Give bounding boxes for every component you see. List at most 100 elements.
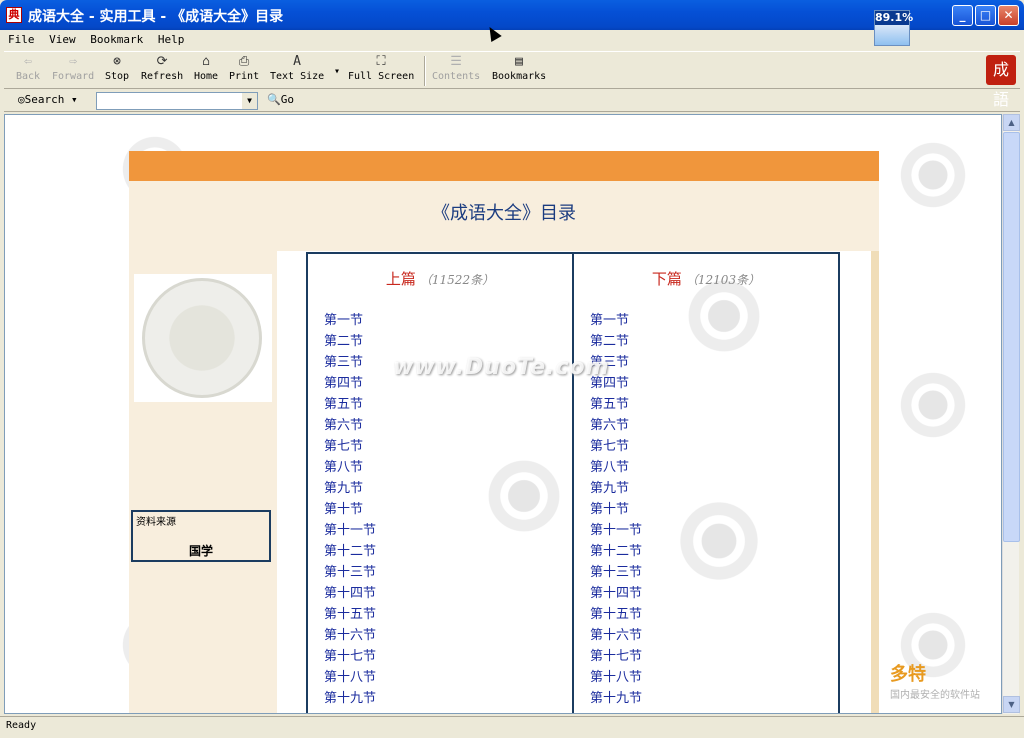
contents-button[interactable]: ☰ Contents <box>432 54 480 82</box>
home-icon: ⌂ <box>202 54 210 69</box>
section-link[interactable]: 第十五节 <box>324 604 376 625</box>
text-size-button[interactable]: A Text Size <box>270 54 324 82</box>
back-arrow-icon: ⇦ <box>24 54 32 69</box>
section-link[interactable]: 第十三节 <box>324 562 376 583</box>
section-list: 第一节 第二节 第三节 第四节 第五节 第六节 第七节 第八节 第九节 第十节 第十一节 第十二节 第十… <box>324 310 376 709</box>
vertical-scrollbar[interactable]: ▲ ▼ <box>1002 114 1020 714</box>
section-link[interactable]: 第九节 <box>324 478 376 499</box>
text-size-icon: A <box>293 54 301 69</box>
source-box: 资料来源 国学 <box>131 510 271 562</box>
section-link[interactable]: 第十三节 <box>590 562 642 583</box>
left-sidebar: 资料来源 国学 <box>129 251 277 713</box>
section-link[interactable]: 第十六节 <box>324 625 376 646</box>
stop-icon: ⊗ <box>113 54 121 69</box>
column-heading-label: 下篇 <box>651 270 682 288</box>
close-button[interactable]: ✕ <box>998 5 1019 26</box>
magnifier-icon: 🔍 <box>267 93 281 106</box>
app-icon: 典 <box>6 7 22 23</box>
bookmarks-button[interactable]: ▤ Bookmarks <box>492 54 546 82</box>
refresh-button[interactable]: ⟳ Refresh <box>141 54 183 82</box>
source-value: 国学 <box>188 544 213 558</box>
section-link[interactable]: 第十一节 <box>324 520 376 541</box>
column-count: （12103条） <box>685 273 761 287</box>
section-link[interactable]: 第十一节 <box>590 520 642 541</box>
column-heading: 上篇 （11522条） <box>308 268 572 289</box>
section-link[interactable]: 第十七节 <box>324 646 376 667</box>
section-link[interactable]: 第六节 <box>324 415 376 436</box>
search-dropdown-button[interactable]: ▼ <box>242 93 257 109</box>
search-input[interactable]: ▼ <box>96 92 258 110</box>
forward-button[interactable]: ⇨ Forward <box>52 54 94 82</box>
refresh-icon: ⟳ <box>156 54 168 69</box>
corner-watermark: 多特 国内最安全的软件站 <box>890 660 1010 716</box>
section-link[interactable]: 第十九节 <box>324 688 376 709</box>
stop-button[interactable]: ⊗ Stop <box>105 54 129 82</box>
section-link[interactable]: 第十二节 <box>590 541 642 562</box>
section-link[interactable]: 第八节 <box>590 457 642 478</box>
section-link[interactable]: 第十五节 <box>590 604 642 625</box>
section-link[interactable]: 第十八节 <box>324 667 376 688</box>
section-link[interactable]: 第十四节 <box>590 583 642 604</box>
section-link[interactable]: 第十七节 <box>590 646 642 667</box>
section-link[interactable]: 第一节 <box>590 310 642 331</box>
contents-label: Contents <box>432 71 481 82</box>
menu-view[interactable]: View <box>45 30 80 49</box>
section-link[interactable]: 第十六节 <box>590 625 642 646</box>
column-heading: 下篇 （12103条） <box>574 268 838 289</box>
content-view[interactable]: 《成语大全》目录 资料来源 国学 上篇 （11522条） 第一节 第二节 第三节 第四节… <box>4 114 1002 714</box>
section-link[interactable]: 第二节 <box>590 331 642 352</box>
section-link[interactable]: 第六节 <box>590 415 642 436</box>
minimize-button[interactable]: _ <box>952 5 973 26</box>
home-label: Home <box>194 71 219 82</box>
section-link[interactable]: 第十九节 <box>590 688 642 709</box>
section-link[interactable]: 第五节 <box>590 394 642 415</box>
go-button[interactable]: 🔍Go <box>267 93 294 106</box>
corner-logo-text: 多特 <box>890 664 926 685</box>
section-link[interactable]: 第一节 <box>324 310 376 331</box>
contents-icon: ☰ <box>450 54 462 69</box>
section-link[interactable]: 第七节 <box>590 436 642 457</box>
section-link[interactable]: 第十节 <box>590 499 642 520</box>
text-size-dropdown[interactable]: ▾ <box>334 66 340 77</box>
menu-file[interactable]: File <box>4 30 39 49</box>
title-bar: 典 成语大全 - 实用工具 - 《成语大全》目录 _ □ ✕ <box>0 0 1024 30</box>
back-button[interactable]: ⇦ Back <box>16 54 40 82</box>
scroll-up-button[interactable]: ▲ <box>1003 114 1020 131</box>
zoom-indicator: 89.1% <box>874 10 914 46</box>
section-link[interactable]: 第九节 <box>590 478 642 499</box>
section-link[interactable]: 第十八节 <box>590 667 642 688</box>
go-label: Go <box>280 93 294 106</box>
menu-bookmark[interactable]: Bookmark <box>86 30 147 49</box>
text-size-label: Text Size <box>270 71 325 82</box>
section-link[interactable]: 第五节 <box>324 394 376 415</box>
section-link[interactable]: 第十四节 <box>324 583 376 604</box>
print-button[interactable]: ⎙ Print <box>229 54 259 82</box>
full-screen-icon: ⛶ <box>376 54 386 69</box>
bookmark-icon: ▤ <box>515 54 523 69</box>
toc-column-lower: 下篇 （12103条） 第一节 第二节 第三节 第四节 第五节 第六节 第七节 第八节 第九节 第十… <box>574 254 838 713</box>
section-link[interactable]: 第四节 <box>324 373 376 394</box>
forward-label: Forward <box>52 71 95 82</box>
printer-icon: ⎙ <box>238 54 250 69</box>
maximize-button[interactable]: □ <box>975 5 996 26</box>
full-screen-button[interactable]: ⛶ Full Screen <box>348 54 414 82</box>
back-label: Back <box>16 71 41 82</box>
main-toolbar: ⇦ Back ⇨ Forward ⊗ Stop ⟳ Refresh ⌂ Home ⎙ Pri… <box>4 51 1020 89</box>
section-link[interactable]: 第二节 <box>324 331 376 352</box>
window-title: 成语大全 - 实用工具 - 《成语大全》目录 <box>28 9 284 25</box>
scroll-thumb[interactable] <box>1003 132 1020 542</box>
binoculars-icon: ◎ <box>18 93 25 106</box>
zoom-level: 89.1% <box>875 11 914 25</box>
section-link[interactable]: 第七节 <box>324 436 376 457</box>
app-logo: 成語 <box>986 55 1016 109</box>
toc-page: 《成语大全》目录 资料来源 国学 上篇 （11522条） 第一节 第二节 第三节 第四节… <box>129 151 879 713</box>
section-link[interactable]: 第八节 <box>324 457 376 478</box>
section-link[interactable]: 第十二节 <box>324 541 376 562</box>
home-button[interactable]: ⌂ Home <box>194 54 218 82</box>
status-bar: Ready <box>0 716 1024 738</box>
forward-arrow-icon: ⇨ <box>69 54 77 69</box>
section-link[interactable]: 第三节 <box>324 352 376 373</box>
search-button[interactable]: ◎Search ▾ <box>18 93 78 106</box>
section-link[interactable]: 第十节 <box>324 499 376 520</box>
menu-help[interactable]: Help <box>154 30 189 49</box>
